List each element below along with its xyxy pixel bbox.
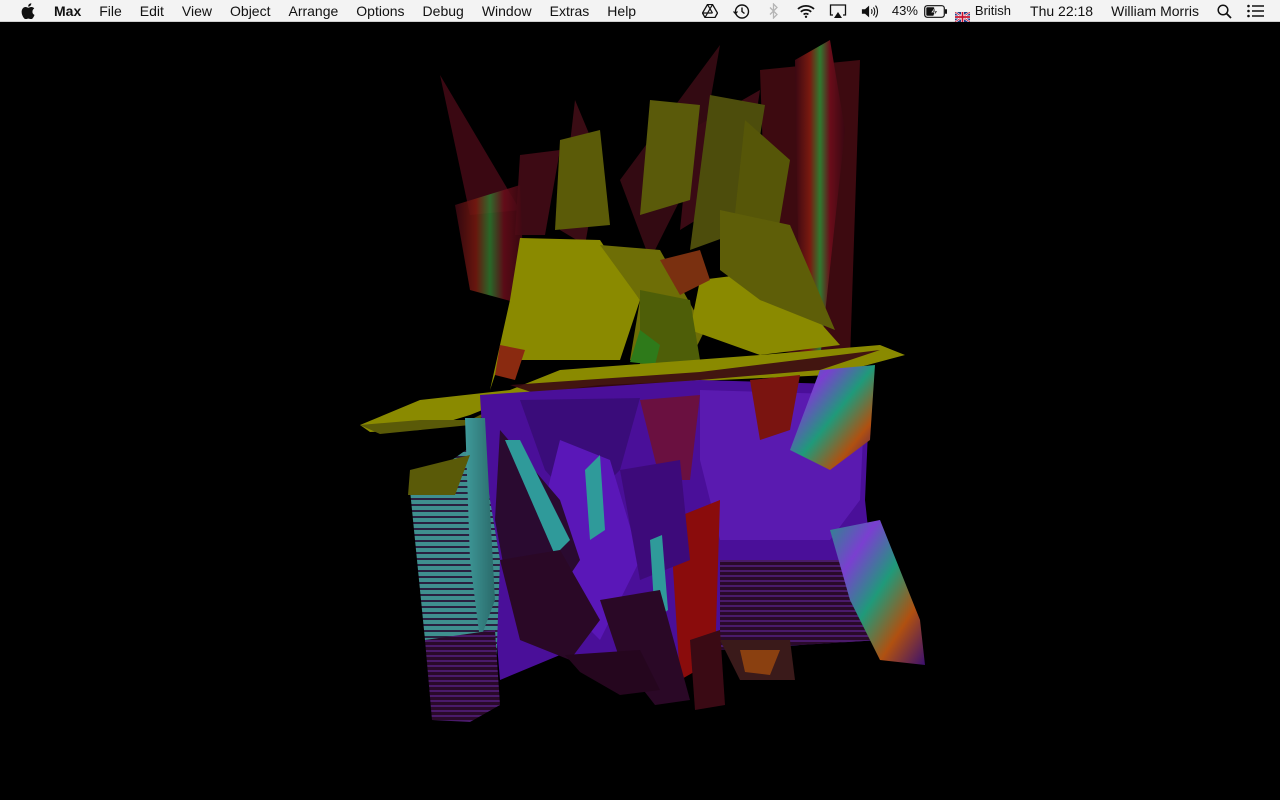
menu-view[interactable]: View (173, 0, 221, 22)
clock: Thu 22:18 (1030, 3, 1094, 19)
menu-extras[interactable]: Extras (541, 0, 599, 22)
notification-center-status[interactable] (1240, 0, 1272, 22)
menu-window[interactable]: Window (473, 0, 541, 22)
menu-object[interactable]: Object (221, 0, 279, 22)
input-source-label: British (974, 3, 1012, 18)
menu-debug[interactable]: Debug (414, 0, 473, 22)
spotlight-status[interactable] (1208, 0, 1240, 22)
bluetooth-icon (765, 3, 783, 19)
user-name: William Morris (1111, 3, 1199, 19)
time-machine-icon (733, 3, 751, 19)
menu-bar: Max File Edit View Object Arrange Option… (0, 0, 1280, 23)
notification-center-icon (1247, 3, 1265, 19)
wifi-status[interactable] (790, 0, 822, 22)
apple-logo-icon[interactable] (20, 2, 36, 19)
menu-options[interactable]: Options (347, 0, 413, 22)
abstract-3d-render (360, 40, 925, 722)
time-machine-status[interactable] (726, 0, 758, 22)
menu-arrange[interactable]: Arrange (279, 0, 347, 22)
user-status[interactable]: William Morris (1102, 0, 1208, 22)
wifi-icon (797, 3, 815, 19)
search-icon (1215, 3, 1233, 19)
battery-charging-icon (924, 3, 948, 19)
uk-flag-icon (954, 6, 971, 23)
menu-edit[interactable]: Edit (131, 0, 173, 22)
menu-bar-status-area: 43% British Thu 22:18 William Morris (694, 0, 1280, 23)
airplay-icon (829, 3, 847, 19)
battery-status[interactable]: 43% (886, 0, 955, 22)
bluetooth-status[interactable] (758, 0, 790, 22)
menu-bar-left: Max File Edit View Object Arrange Option… (0, 0, 645, 22)
battery-percent: 43% (891, 3, 918, 18)
clock-status[interactable]: Thu 22:18 (1021, 0, 1102, 22)
airplay-status[interactable] (822, 0, 854, 22)
menu-file[interactable]: File (90, 0, 131, 22)
menu-app-name[interactable]: Max (52, 0, 90, 22)
volume-status[interactable] (854, 0, 886, 22)
google-drive-icon (701, 3, 719, 19)
volume-icon (861, 3, 879, 19)
menu-help[interactable]: Help (598, 0, 645, 22)
google-drive-status[interactable] (694, 0, 726, 22)
render-window-canvas[interactable] (0, 22, 1280, 800)
input-source-status[interactable]: British (954, 0, 1021, 23)
